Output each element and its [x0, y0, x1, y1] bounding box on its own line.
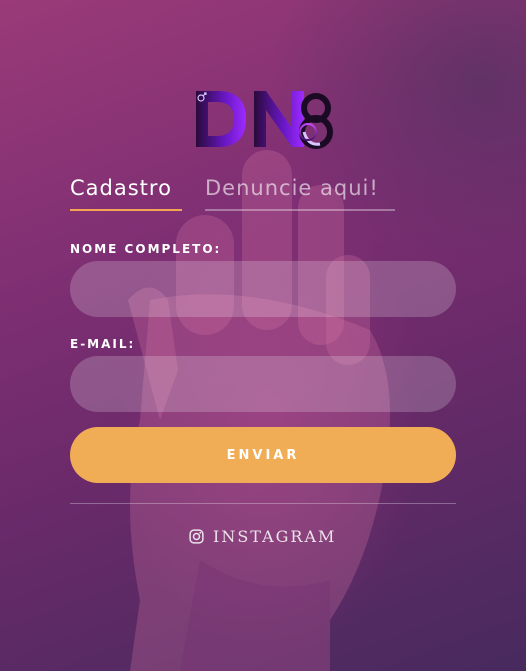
tab-denuncie[interactable]: Denuncie aqui! — [205, 176, 379, 200]
full-name-input[interactable] — [70, 261, 456, 317]
name-field-label: NOME COMPLETO: — [70, 242, 222, 256]
tab-denuncie-underline — [205, 209, 395, 211]
signup-card: Cadastro Denuncie aqui! NOME COMPLETO: E… — [0, 0, 526, 671]
instagram-label: INSTAGRAM — [213, 526, 337, 546]
email-input[interactable] — [70, 356, 456, 412]
brand-logo — [196, 91, 333, 149]
auth-tabs: Cadastro Denuncie aqui! — [70, 176, 396, 212]
tab-cadastro-underline — [70, 209, 182, 211]
tab-cadastro[interactable]: Cadastro — [70, 176, 172, 200]
instagram-link[interactable]: INSTAGRAM — [189, 525, 336, 547]
submit-button[interactable]: ENVIAR — [70, 427, 456, 483]
email-field-label: E-MAIL: — [70, 337, 136, 351]
footer-divider — [70, 503, 456, 504]
instagram-icon — [189, 528, 204, 544]
